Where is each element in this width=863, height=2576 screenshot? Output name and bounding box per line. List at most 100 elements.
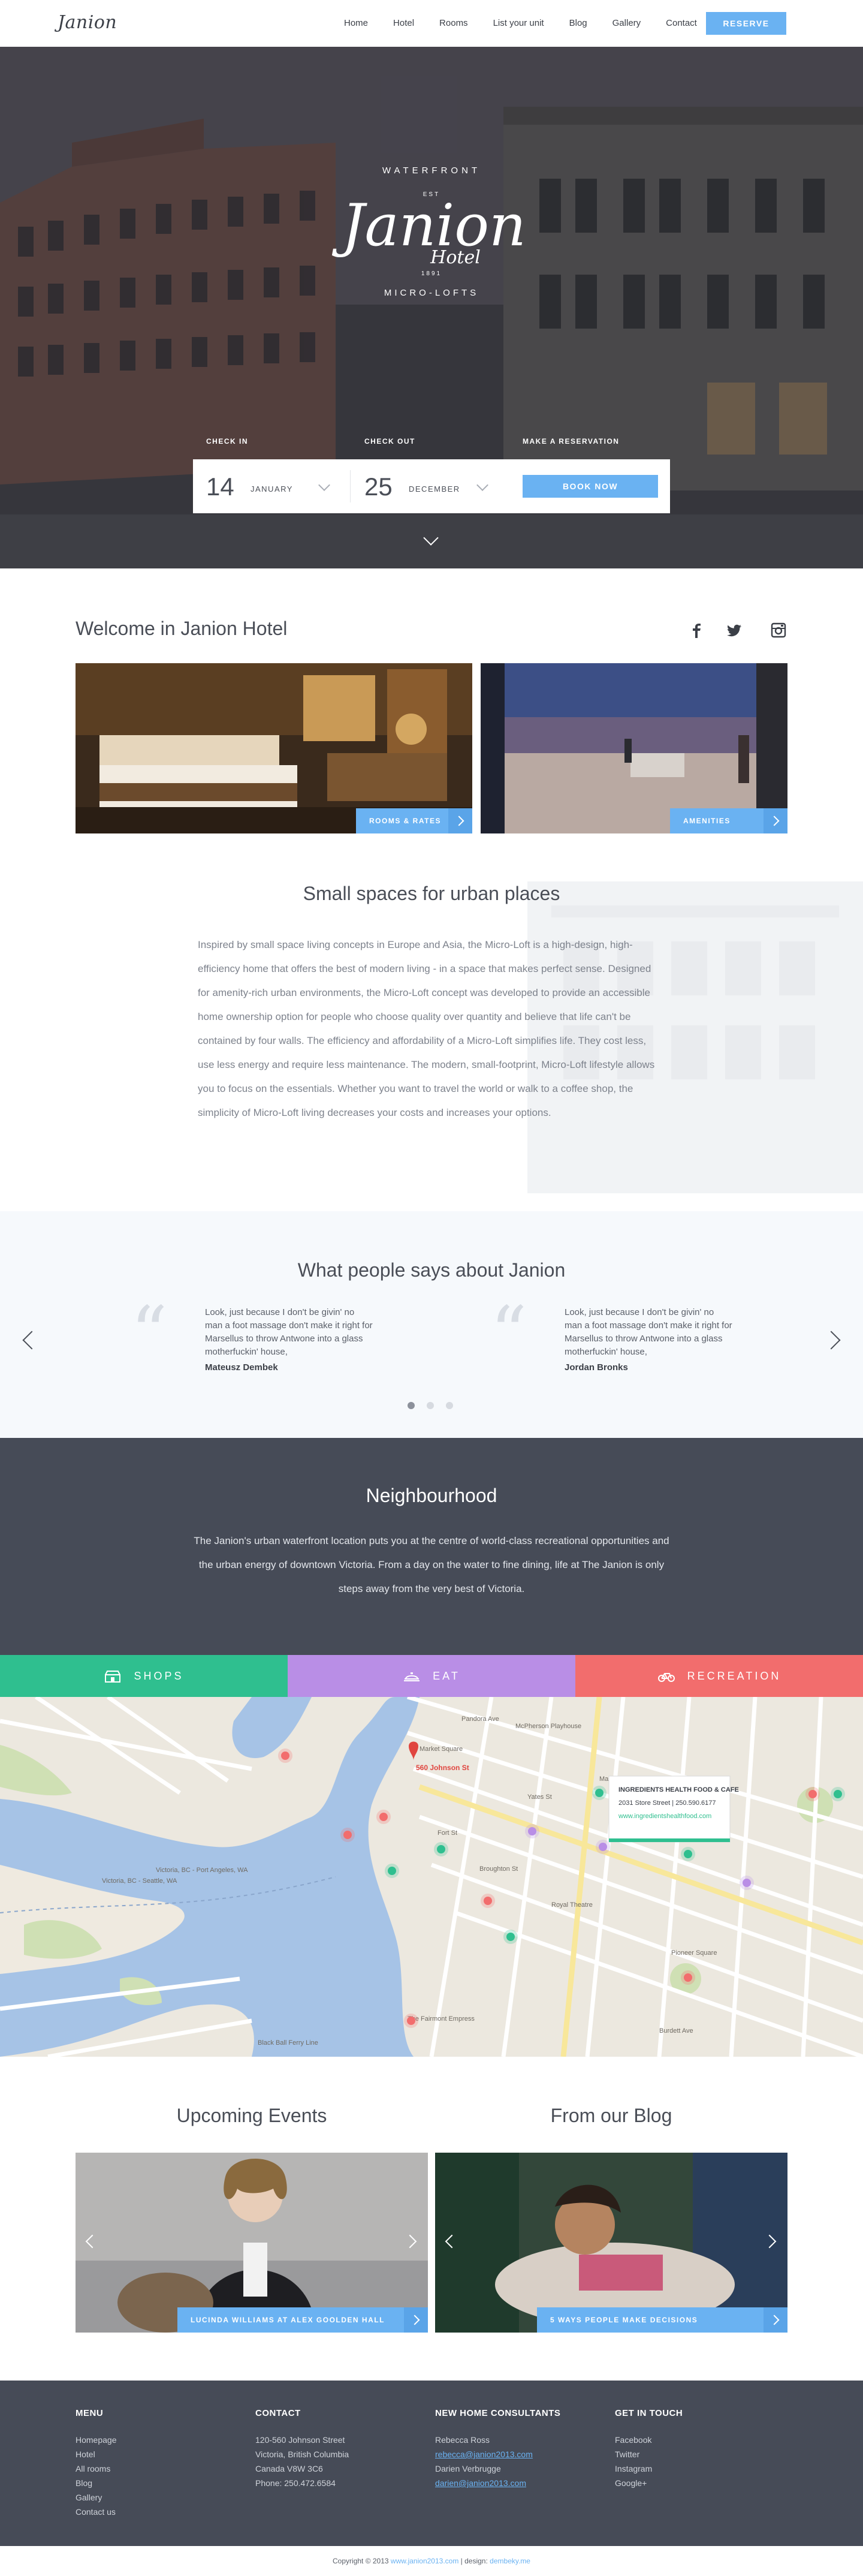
next-arrow-icon[interactable] [822,1331,841,1350]
amenities-button[interactable]: AMENITIES [670,808,787,833]
check-in-day[interactable]: 14 [206,473,234,501]
carousel-dot[interactable] [446,1402,453,1409]
recreation-tab[interactable]: RECREATION [575,1655,863,1697]
blog-card[interactable]: 5 WAYS PEOPLE MAKE DECISIONS [435,2153,787,2333]
eat-tab[interactable]: EAT [288,1655,575,1697]
copyright-design-text: | design: [460,2557,488,2565]
small-spaces-body: Inspired by small space living concepts … [198,939,655,1118]
map-label-broughton: Broughton St [479,1865,518,1873]
footer-consultants: NEW HOME CONSULTANTS Rebecca Ross rebecc… [435,2408,603,2490]
footer-social: GET IN TOUCH Facebook Twitter Instagram … [615,2408,783,2490]
event-label: LUCINDA WILLIAMS AT ALEX GOOLDEN HALL [191,2316,385,2324]
shop-icon [105,1671,121,1683]
carousel-dot-active[interactable] [408,1402,415,1409]
blog-link-button[interactable]: 5 WAYS PEOPLE MAKE DECISIONS [537,2307,787,2333]
footer-phone: Phone: 250.472.6584 [255,2478,336,2488]
blog-photo [435,2153,787,2333]
nav-list-your-unit[interactable]: List your unit [493,18,544,28]
shops-label: SHOPS [134,1670,184,1682]
copyright-bar: Copyright © 2013 www.janion2013.com | de… [0,2546,863,2576]
map-pin-label: 560 Johnson St [416,1764,469,1772]
footer-link-facebook[interactable]: Facebook [615,2433,783,2447]
instagram-icon[interactable] [771,622,786,638]
consultant-email[interactable]: darien@janion2013.com [435,2476,603,2490]
check-out-label: CHECK OUT [364,437,415,446]
rooms-photo[interactable]: ROOMS & RATES [76,663,472,833]
map-popup[interactable]: INGREDIENTS HEALTH FOOD & CAFE 2031 Stor… [608,1775,739,1843]
footer-link-blog[interactable]: Blog [76,2476,243,2490]
nav-hotel[interactable]: Hotel [393,18,414,28]
neighbourhood-section: Neighbourhood The Janion's urban waterfr… [0,1438,863,1655]
carousel-dot[interactable] [427,1402,434,1409]
map-label-burdett: Burdett Ave [659,2027,693,2035]
emblem-waterfront: WATERFRONT [382,165,481,176]
hero-section: WATERFRONT EST Janion Hotel 1891 MICRO-L… [0,47,863,568]
footer-link-homepage[interactable]: Homepage [76,2433,243,2447]
eat-label: EAT [433,1670,460,1682]
check-in-month[interactable]: JANUARY [251,484,293,493]
booking-form: 14 JANUARY 25 DECEMBER BOOK NOW [193,459,670,513]
site-logo[interactable]: Janion [58,12,117,33]
testimonial-author: Mateusz Dembek [205,1362,278,1373]
nav-rooms[interactable]: Rooms [439,18,468,28]
footer-link-twitter[interactable]: Twitter [615,2447,783,2461]
popup-link[interactable]: www.ingredientshealthfood.com [618,1813,711,1820]
chevron-right-icon [764,2307,787,2333]
map-label-pandora: Pandora Ave [461,1716,499,1723]
footer-link-instagram[interactable]: Instagram [615,2461,783,2476]
consultant-name: Rebecca Ross [435,2435,490,2445]
rooms-rates-button[interactable]: ROOMS & RATES [356,808,472,833]
food-icon [404,1672,420,1682]
check-out-day[interactable]: 25 [364,473,393,501]
map-canvas[interactable]: Pandora Ave McPherson Playhouse Market S… [0,1697,863,2057]
blog-label: 5 WAYS PEOPLE MAKE DECISIONS [550,2316,698,2324]
chevron-right-icon [404,2307,428,2333]
bicycle-icon [657,1673,675,1683]
reservation-label: MAKE A RESERVATION [523,437,620,446]
popup-title: INGREDIENTS HEALTH FOOD & CAFE [618,1786,739,1793]
amenities-label: AMENITIES [683,817,731,825]
footer-link-contact[interactable]: Contact us [76,2505,243,2519]
emblem-name: Janion [342,192,526,259]
twitter-icon[interactable] [726,622,742,638]
quote-icon: “ [131,1292,168,1375]
footer-contact: CONTACT 120-560 Johnson Street Victoria,… [255,2408,423,2490]
nav-contact[interactable]: Contact [666,18,697,28]
footer-link-hotel[interactable]: Hotel [76,2447,243,2461]
events-title: Upcoming Events [176,2105,327,2126]
check-out-month[interactable]: DECEMBER [409,484,460,493]
footer-link-googleplus[interactable]: Google+ [615,2476,783,2490]
map-label-ferry-seattle: Victoria, BC - Seattle, WA [102,1877,177,1885]
event-link-button[interactable]: LUCINDA WILLIAMS AT ALEX GOOLDEN HALL [177,2307,428,2333]
neighbourhood-map[interactable]: Pandora Ave McPherson Playhouse Market S… [0,1697,863,2057]
nav-blog[interactable]: Blog [569,18,587,28]
amenities-photo[interactable]: AMENITIES [481,663,787,833]
reserve-button[interactable]: RESERVE [706,12,786,35]
emblem-micro-lofts: MICRO-LOFTS [384,288,479,298]
footer-address-line: 120-560 Johnson Street [255,2435,345,2445]
map-label-royal-theatre: Royal Theatre [551,1901,593,1909]
map-label-market-square: Market Square [420,1746,463,1753]
footer-social-heading: GET IN TOUCH [615,2408,683,2418]
map-label-ferry-pa: Victoria, BC - Port Angeles, WA [156,1867,248,1874]
event-card[interactable]: LUCINDA WILLIAMS AT ALEX GOOLDEN HALL [76,2153,428,2333]
footer-link-rooms[interactable]: All rooms [76,2461,243,2476]
shops-tab[interactable]: SHOPS [0,1655,288,1697]
nav-home[interactable]: Home [344,18,368,28]
chevron-right-icon [764,808,787,833]
testimonial-text: Look, just because I don't be givin' no … [565,1307,732,1357]
footer-link-gallery[interactable]: Gallery [76,2490,243,2505]
check-in-dropdown-icon[interactable] [318,479,330,491]
copyright-text: Copyright © 2013 [333,2557,389,2565]
check-out-dropdown-icon[interactable] [476,479,488,491]
welcome-title: Welcome in Janion Hotel [76,618,288,639]
footer-menu-heading: MENU [76,2408,104,2418]
book-now-button[interactable]: BOOK NOW [523,475,658,498]
prev-arrow-icon[interactable] [22,1331,41,1350]
consultant-email[interactable]: rebecca@janion2013.com [435,2447,603,2461]
copyright-site-link[interactable]: www.janion2013.com [391,2557,458,2565]
facebook-icon[interactable] [689,622,705,638]
nav-gallery[interactable]: Gallery [612,18,641,28]
designer-link[interactable]: dembeky.me [490,2557,530,2565]
testimonial-author: Jordan Bronks [565,1362,628,1373]
